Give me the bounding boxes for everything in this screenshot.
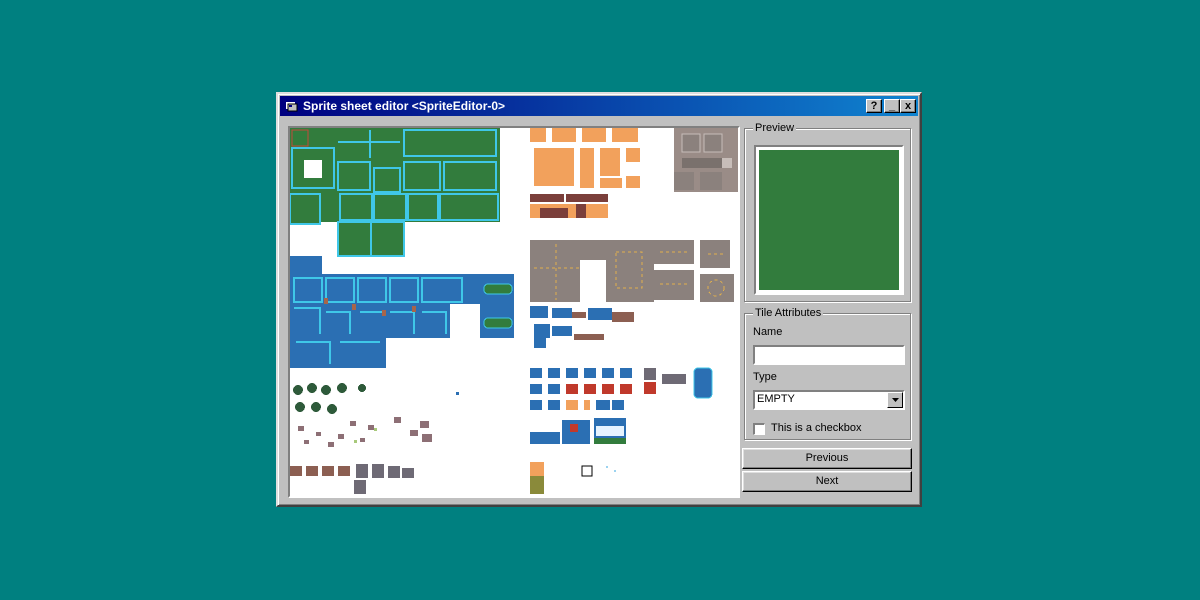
sprite-sheet-canvas[interactable] [288, 126, 740, 498]
tile-attributes-group: Tile Attributes Name Type EMPTY This is … [744, 306, 911, 440]
stone-tileset[interactable] [674, 128, 738, 192]
tile-attributes-label: Tile Attributes [753, 306, 824, 320]
preview-tile-image [759, 150, 899, 290]
sand-tileset[interactable] [530, 128, 640, 218]
vehicles-tileset[interactable] [530, 306, 713, 444]
title-bar[interactable]: Sprite sheet editor <SpriteEditor-0> ? _… [280, 96, 918, 116]
attribute-checkbox[interactable] [753, 423, 765, 435]
decorations-tileset[interactable] [290, 383, 459, 494]
type-select[interactable]: EMPTY [753, 390, 905, 410]
app-icon [286, 102, 298, 112]
misc-sprites[interactable] [530, 462, 616, 494]
chevron-down-icon [891, 398, 899, 402]
dropdown-arrow-button[interactable] [887, 392, 903, 408]
previous-button[interactable]: Previous [742, 448, 912, 469]
type-label: Type [753, 371, 777, 383]
grass-tileset[interactable] [290, 128, 500, 257]
checkbox-label: This is a checkbox [771, 422, 862, 434]
minimize-button[interactable]: _ [884, 99, 900, 113]
preview-group: Preview [744, 121, 911, 302]
name-label: Name [753, 326, 783, 338]
window-title: Sprite sheet editor <SpriteEditor-0> [303, 99, 506, 113]
preview-label: Preview [753, 121, 797, 135]
sprite-sheet-image[interactable] [290, 128, 738, 496]
sprite-editor-window: Sprite sheet editor <SpriteEditor-0> ? _… [276, 92, 922, 507]
next-button[interactable]: Next [742, 471, 912, 492]
water-tileset[interactable] [290, 256, 514, 368]
road-tileset[interactable] [530, 240, 734, 302]
type-select-value: EMPTY [757, 393, 795, 405]
help-button[interactable]: ? [866, 99, 882, 113]
name-input[interactable] [753, 345, 905, 365]
close-button[interactable]: x [900, 99, 916, 113]
tile-preview [754, 145, 904, 295]
